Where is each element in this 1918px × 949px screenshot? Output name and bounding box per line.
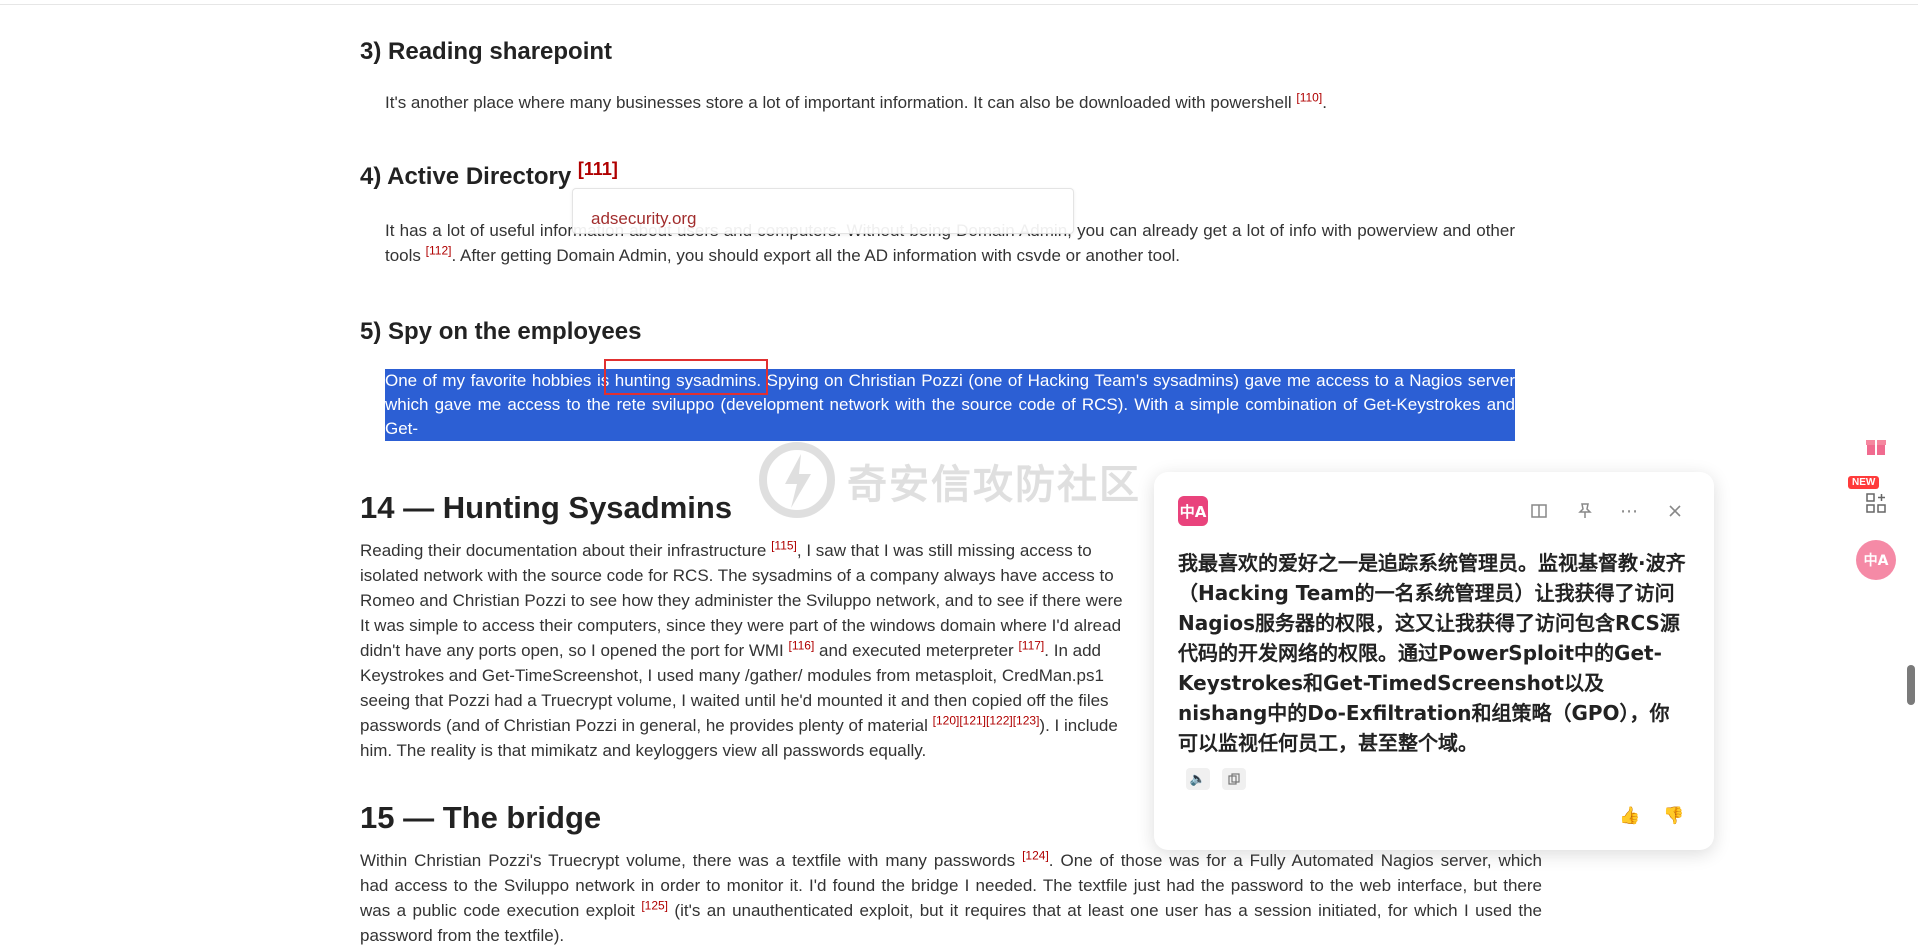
heading-spy-employees: 5) Spy on the employees [360,318,642,345]
reference-tooltip: adsecurity.org [572,188,1074,234]
book-icon[interactable] [1526,498,1552,524]
gift-icon[interactable] [1856,426,1896,466]
thumbs-up-icon[interactable]: 👍 [1618,804,1642,828]
top-border [0,0,1918,5]
close-icon[interactable] [1662,498,1688,524]
scrollbar-thumb[interactable] [1907,665,1915,705]
reference-link[interactable]: [117] [1018,638,1044,652]
reference-link[interactable]: [111] [578,159,618,179]
reference-link[interactable]: [124] [1022,848,1049,862]
reference-link[interactable]: [110] [1296,90,1322,104]
paragraph-sharepoint: It's another place where many businesses… [385,90,1327,112]
copy-icon[interactable] [1222,768,1246,790]
translation-panel: 中A ⋯ 我最喜欢的爱好之一是追踪系统管理员。监视基督教·波齐（Hacking … [1154,472,1714,850]
watermark: 奇安信攻防社区 [757,440,1157,520]
highlight-box [604,359,768,395]
heading-hunting-sysadmins: 14 — Hunting Sysadmins [360,490,733,525]
translate-side-icon[interactable]: 中A [1856,540,1896,580]
thumbs-down-icon[interactable]: 👎 [1662,804,1686,828]
pin-icon[interactable] [1572,498,1598,524]
watermark-logo-icon [759,442,835,518]
translation-text: 我最喜欢的爱好之一是追踪系统管理员。监视基督教·波齐（Hacking Team的… [1178,551,1686,755]
reference-link[interactable]: [113] [657,440,683,454]
apps-icon[interactable] [1856,483,1896,523]
reference-link[interactable]: [112] [426,243,452,257]
heading-the-bridge: 15 — The bridge [360,800,602,835]
selected-paragraph[interactable]: One of my favorite hobbies is hunting sy… [385,369,1515,462]
reference-link[interactable]: [125] [641,898,668,912]
reference-link[interactable]: [120][121][122][123] [933,713,1040,727]
watermark-text: 奇安信攻防社区 [847,462,1141,508]
reference-link[interactable]: [115] [771,538,797,552]
tooltip-link[interactable]: adsecurity.org [591,209,697,229]
translate-logo-icon: 中A [1178,496,1208,526]
heading-reading-sharepoint: 3) Reading sharepoint [360,38,613,65]
heading-active-directory: 4) Active Directory [111] [360,159,618,190]
paragraph-bridge: Within Christian Pozzi's Truecrypt volum… [360,848,1543,945]
more-icon[interactable]: ⋯ [1616,498,1642,524]
reference-link[interactable]: [116] [789,638,815,652]
speaker-icon[interactable]: 🔈 [1186,768,1210,790]
